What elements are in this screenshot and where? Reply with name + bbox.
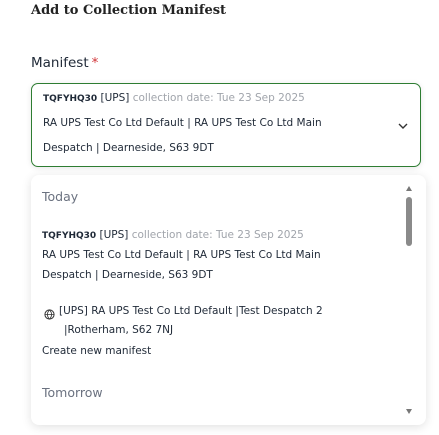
manifest-select[interactable]: TQFYHQ30 [UPS] collection date: Tue 23 S… — [31, 83, 421, 167]
manifest-label-text: Manifest — [31, 55, 89, 71]
scroll-up-arrow-icon[interactable] — [406, 186, 412, 191]
today-item-line-1: TQFYHQ30 [UPS] collection date: Tue 23 S… — [42, 229, 387, 241]
required-marker: * — [91, 55, 99, 71]
new-manifest-line-1: [UPS] RA UPS Test Co Ltd Default |Test D… — [59, 305, 323, 317]
manifest-label: Manifest * — [31, 55, 98, 71]
new-manifest-line-3: Create new manifest — [42, 345, 152, 357]
dialog-title: Add to Collection Manifest — [31, 3, 227, 18]
globe-icon — [44, 309, 55, 320]
today-item-date: collection date: Tue 23 Sep 2025 — [131, 229, 304, 241]
selected-line-1: TQFYHQ30 [UPS] collection date: Tue 23 S… — [43, 92, 378, 104]
today-item-code: TQFYHQ30 — [42, 231, 97, 241]
selected-line-2: RA UPS Test Co Ltd Default | RA UPS Test… — [43, 117, 322, 129]
new-manifest-line-2: |Rotherham, S62 7NJ — [64, 324, 174, 336]
scroll-down-arrow-icon[interactable] — [406, 409, 412, 414]
scrollbar-thumb[interactable] — [406, 197, 412, 246]
selected-line-3: Despatch | Dearneside, S63 9DT — [43, 142, 214, 154]
today-item-line-3: Despatch | Dearneside, S63 9DT — [42, 269, 213, 281]
today-item-carrier: [UPS] — [99, 229, 129, 241]
selected-date: collection date: Tue 23 Sep 2025 — [132, 92, 305, 104]
today-item-line-2: RA UPS Test Co Ltd Default | RA UPS Test… — [42, 249, 321, 261]
manifest-dropdown-list[interactable]: Today TQFYHQ30 [UPS] collection date: Tu… — [31, 175, 426, 425]
group-tomorrow-label: Tomorrow — [42, 385, 103, 400]
selected-carrier: [UPS] — [100, 92, 130, 104]
chevron-down-icon[interactable] — [398, 121, 408, 131]
group-today-label: Today — [42, 189, 79, 204]
selected-code: TQFYHQ30 — [43, 94, 98, 104]
